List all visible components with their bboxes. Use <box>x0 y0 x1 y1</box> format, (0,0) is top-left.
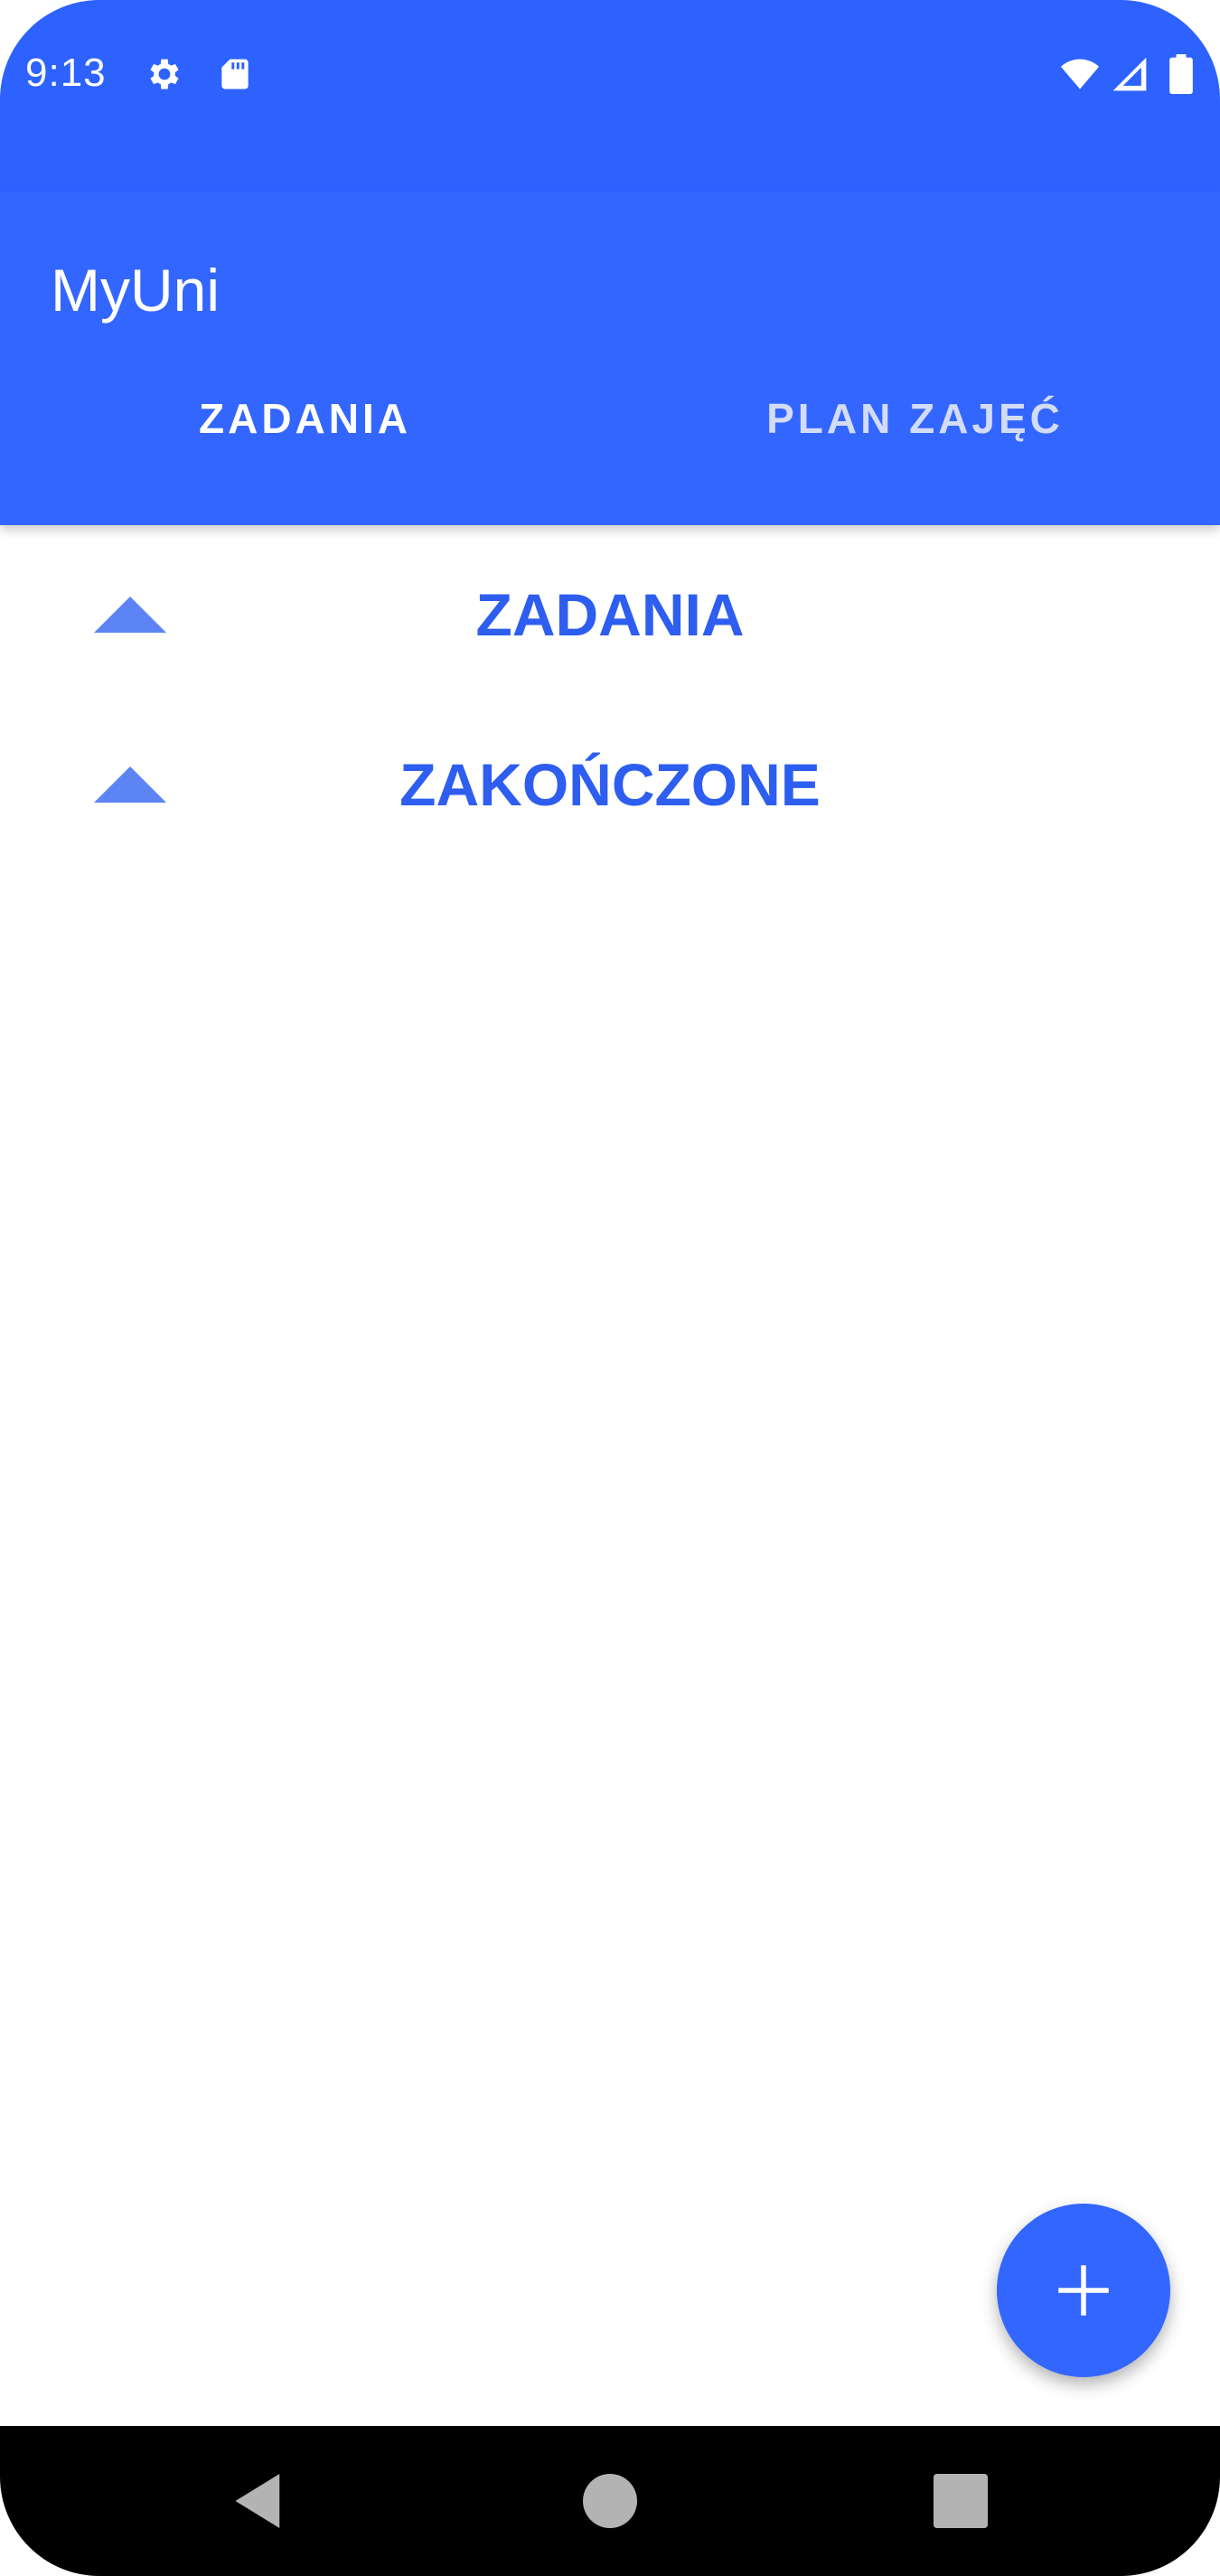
recents-icon[interactable] <box>920 2460 1001 2542</box>
tab-zadania[interactable]: ZADANIA <box>0 373 610 464</box>
status-time: 9:13 <box>25 51 107 95</box>
section-header-label: ZADANIA <box>475 581 745 648</box>
phone-screen: 9:13 MyUni ZADANIA PLAN ZAJĘĆ ZADANIA ZA… <box>0 0 1220 2576</box>
sd-card-icon <box>215 54 255 94</box>
app-bar: MyUni ZADANIA PLAN ZAJĘĆ <box>0 193 1220 525</box>
section-zakonczone[interactable]: ZAKOŃCZONE <box>0 717 1220 852</box>
section-header-label: ZAKOŃCZONE <box>399 751 821 818</box>
battery-icon <box>1166 54 1197 94</box>
plus-icon <box>1058 2265 1109 2316</box>
wifi-icon <box>1057 54 1103 94</box>
tab-plan-zajec[interactable]: PLAN ZAJĘĆ <box>610 373 1220 464</box>
app-title: MyUni <box>51 257 221 324</box>
cell-signal-icon <box>1110 54 1150 94</box>
add-task-button[interactable] <box>997 2204 1170 2377</box>
tab-label: PLAN ZAJĘĆ <box>766 395 1064 442</box>
home-icon[interactable] <box>569 2460 651 2542</box>
status-bar: 9:13 <box>0 0 1220 193</box>
gear-icon <box>145 54 184 94</box>
tab-label: ZADANIA <box>199 395 411 442</box>
navigation-bar <box>0 2426 1220 2576</box>
section-zadania[interactable]: ZADANIA <box>0 547 1220 682</box>
back-icon[interactable] <box>215 2460 296 2542</box>
